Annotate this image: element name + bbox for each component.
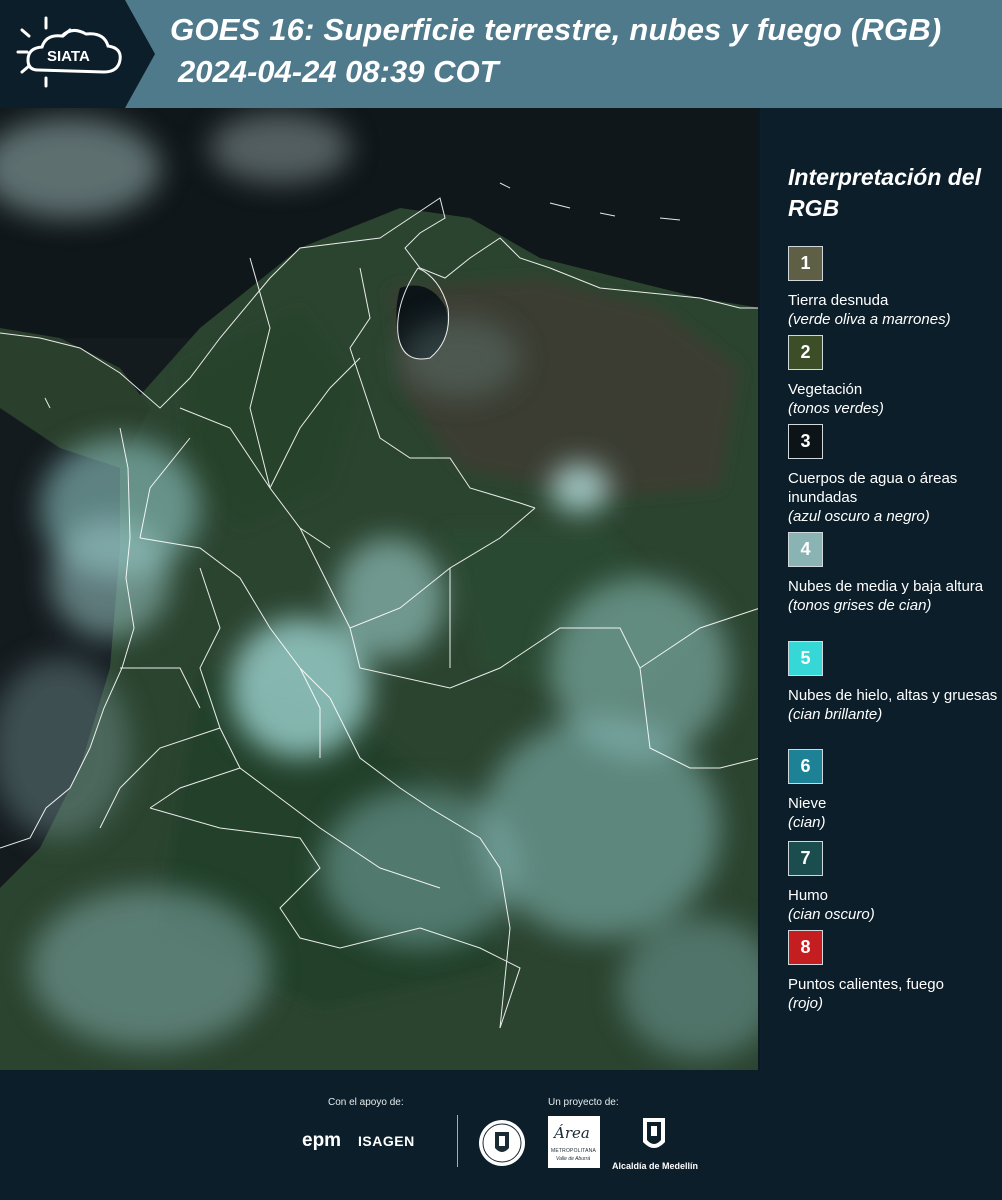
legend-swatch: 8 [788, 930, 823, 965]
area-logo-name: Área [554, 1124, 590, 1142]
legend-title: Interpretación del RGB [788, 164, 981, 221]
legend-item-desc: (cian) [788, 814, 826, 831]
alcaldia-medellin-logo: Alcaldía de Medellín [612, 1161, 699, 1171]
legend-swatch: 1 [788, 246, 823, 281]
legend-swatch: 7 [788, 841, 823, 876]
legend-item-ice-clouds: 5 Nubes de hielo, altas y gruesas (cian … [788, 641, 1000, 724]
isagen-logo: ISAGEN [358, 1133, 415, 1149]
legend-item-desc: (rojo) [788, 995, 824, 1012]
legend-item-smoke: 7 Humo (cian oscuro) [788, 841, 1000, 924]
legend-item-vegetation: 2 Vegetación (tonos verdes) [788, 335, 1000, 418]
legend-item-label: Nubes de hielo, altas y gruesas [788, 687, 998, 704]
legend-item-desc: (verde oliva a marrones) [788, 311, 951, 328]
footer-bar: Con el apoyo de: Un proyecto de: epm ISA… [0, 1070, 1002, 1200]
header-bar: SIATA GOES 16: Superficie terrestre, nub… [0, 0, 1002, 108]
siata-logo-text: SIATA [47, 48, 90, 65]
satellite-map [0, 108, 760, 1070]
legend-item-desc: (azul oscuro a negro) [788, 508, 930, 525]
legend-item-label: Tierra desnuda [788, 292, 889, 309]
page-datetime: 2024-04-24 08:39 COT [178, 54, 499, 89]
footer-divider [457, 1115, 458, 1167]
area-logo-sub2: Valle de Aburrá [556, 1156, 591, 1162]
legend-item-desc: (cian oscuro) [788, 906, 875, 923]
legend-item-desc: (tonos grises de cian) [788, 597, 932, 614]
legend-panel: Interpretación del RGB 1 Tierra desnuda … [762, 108, 1002, 1070]
legend-item-label: Vegetación [788, 381, 863, 398]
legend-item-water: 3 Cuerpos de agua o áreas inundadas (azu… [788, 424, 1000, 526]
legend-swatch: 5 [788, 641, 823, 676]
legend-item-fire: 8 Puntos calientes, fuego (rojo) [788, 930, 1000, 1013]
legend-item-label: Nieve [788, 795, 827, 812]
siata-logo: SIATA [0, 0, 155, 108]
project-label: Un proyecto de: [548, 1097, 619, 1108]
legend-swatch: 3 [788, 424, 823, 459]
area-metropolitana-logo: Área METROPOLITANA Valle de Aburrá [548, 1116, 600, 1168]
emblem-icon [479, 1120, 525, 1166]
legend-item-desc: (cian brillante) [788, 706, 883, 723]
page-title: GOES 16: Superficie terrestre, nubes y f… [170, 12, 942, 47]
legend-item-desc: (tonos verdes) [788, 400, 884, 417]
legend-swatch: 4 [788, 532, 823, 567]
legend-item-label: Humo [788, 887, 829, 904]
legend-item-snow: 6 Nieve (cian) [788, 749, 1000, 832]
area-logo-sub: METROPOLITANA [551, 1148, 597, 1154]
epm-logo: epm [302, 1130, 342, 1151]
legend-item-label: Cuerpos de agua o áreas inundadas [788, 470, 958, 506]
legend-item-label: Puntos calientes, fuego [788, 976, 944, 993]
support-label: Con el apoyo de: [328, 1097, 404, 1108]
legend-item-bare-soil: 1 Tierra desnuda (verde oliva a marrones… [788, 246, 1000, 329]
legend-swatch: 6 [788, 749, 823, 784]
medellin-shield-icon [643, 1118, 665, 1148]
legend-swatch: 2 [788, 335, 823, 370]
legend-item-label: Nubes de media y baja altura [788, 578, 984, 595]
legend-item-mid-low-clouds: 4 Nubes de media y baja altura (tonos gr… [788, 532, 1000, 615]
